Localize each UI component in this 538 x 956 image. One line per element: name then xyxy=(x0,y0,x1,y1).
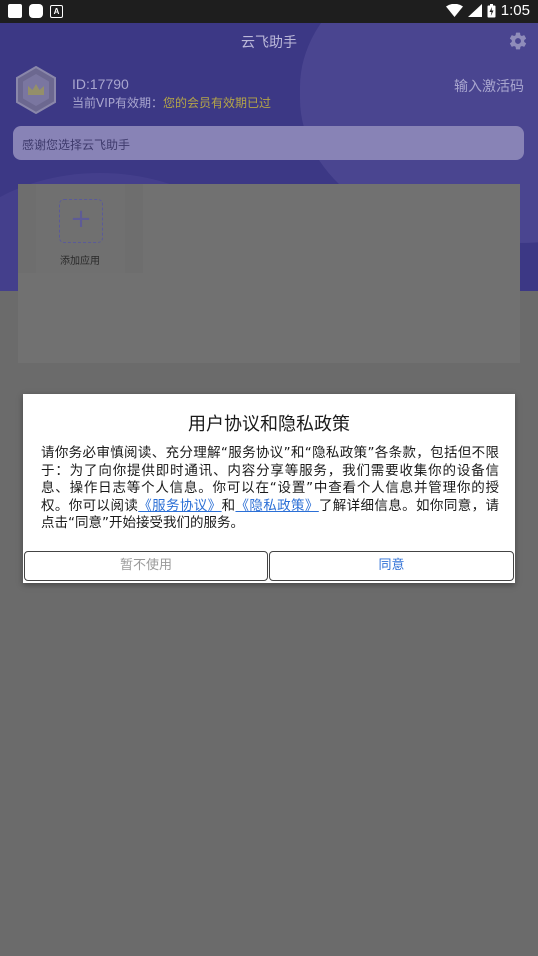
agree-button[interactable]: 同意 xyxy=(269,551,514,581)
vip-label: 当前VIP有效期： xyxy=(72,96,163,110)
status-bar: A 1:05 xyxy=(0,0,538,23)
dialog-title: 用户协议和隐私政策 xyxy=(188,414,350,435)
a-notification-icon: A xyxy=(50,4,63,18)
notice-banner: 感谢您选择云飞助手 xyxy=(13,126,524,160)
vip-validity: 当前VIP有效期：您的会员有效期已过 xyxy=(72,94,271,111)
app-title: 云飞助手 xyxy=(241,35,297,51)
privacy-dialog: 用户协议和隐私政策 请你务必审慎阅读、充分理解“服务协议”和“隐私政策”各条款，… xyxy=(23,394,515,583)
add-app-label: 添加应用 xyxy=(60,256,100,267)
dialog-body: 请你务必审慎阅读、充分理解“服务协议”和“隐私政策”各条款，包括但不限于：为了向… xyxy=(41,445,499,533)
privacy-policy-link[interactable]: 《隐私政策》 xyxy=(235,498,318,514)
app-notification-icon xyxy=(29,4,43,18)
signal-icon xyxy=(467,4,482,17)
notice-text: 感谢您选择云飞助手 xyxy=(22,138,131,152)
decline-button[interactable]: 暂不使用 xyxy=(24,551,268,581)
battery-icon xyxy=(487,3,496,17)
wifi-icon xyxy=(445,4,463,17)
notification-icon xyxy=(8,4,22,18)
vip-status: 您的会员有效期已过 xyxy=(163,96,272,110)
activate-code-link[interactable]: 输入激活码 xyxy=(454,76,524,96)
add-app-button[interactable]: + xyxy=(59,199,103,243)
plus-icon: + xyxy=(70,204,92,234)
dialog-text: 和 xyxy=(221,497,236,514)
service-agreement-link[interactable]: 《服务协议》 xyxy=(138,498,221,514)
vip-avatar xyxy=(15,65,57,118)
user-id: ID:17790 xyxy=(72,76,129,92)
clock: 1:05 xyxy=(500,2,530,19)
gear-icon[interactable] xyxy=(508,31,528,55)
